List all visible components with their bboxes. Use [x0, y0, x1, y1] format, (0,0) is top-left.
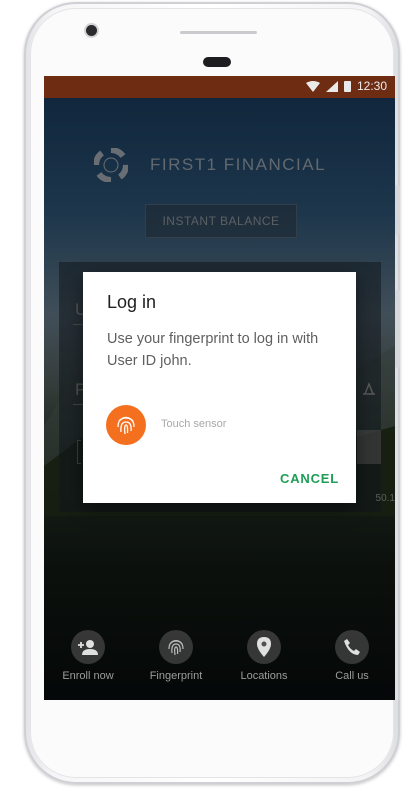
nav-label: Fingerprint — [149, 670, 203, 682]
front-camera — [86, 25, 97, 36]
battery-icon — [343, 81, 351, 92]
touch-sensor-label: Touch sensor — [161, 418, 227, 430]
nav-enroll-now[interactable]: Enroll now — [48, 626, 128, 682]
nav-locations[interactable]: Locations — [224, 626, 304, 682]
nav-label: Enroll now — [62, 670, 114, 682]
status-bar: 12:30 — [44, 76, 395, 98]
phone-screen: 12:30 FIRST1 FINANCIAL INSTANT BALANCE U… — [44, 76, 395, 700]
fingerprint-icon — [168, 639, 184, 656]
cancel-button[interactable]: CANCEL — [280, 471, 339, 486]
phone-chin — [44, 700, 395, 760]
location-pin-icon — [257, 637, 271, 657]
fingerprint-icon — [117, 416, 135, 435]
phone-icon — [344, 639, 360, 655]
nav-call-us[interactable]: Call us — [312, 626, 392, 682]
touch-sensor-indicator — [106, 405, 146, 445]
dialog-title: Log in — [107, 292, 157, 312]
nav-label: Call us — [335, 670, 369, 682]
nav-label: Locations — [240, 670, 288, 682]
status-time: 12:30 — [356, 79, 387, 93]
login-dialog: Log in Use your fingerprint to log in wi… — [83, 272, 356, 503]
volume-button — [395, 290, 400, 368]
nav-fingerprint[interactable]: Fingerprint — [136, 626, 216, 682]
power-button — [395, 185, 400, 235]
earpiece-speaker — [203, 57, 231, 67]
bottom-nav: Enroll now Fingerprint Locations Call us — [44, 626, 395, 696]
top-sensor-bar — [180, 31, 257, 34]
person-add-icon — [78, 640, 98, 655]
wifi-icon — [305, 80, 320, 92]
dialog-message: Use your fingerprint to log in with User… — [107, 331, 319, 369]
signal-icon — [325, 80, 338, 92]
